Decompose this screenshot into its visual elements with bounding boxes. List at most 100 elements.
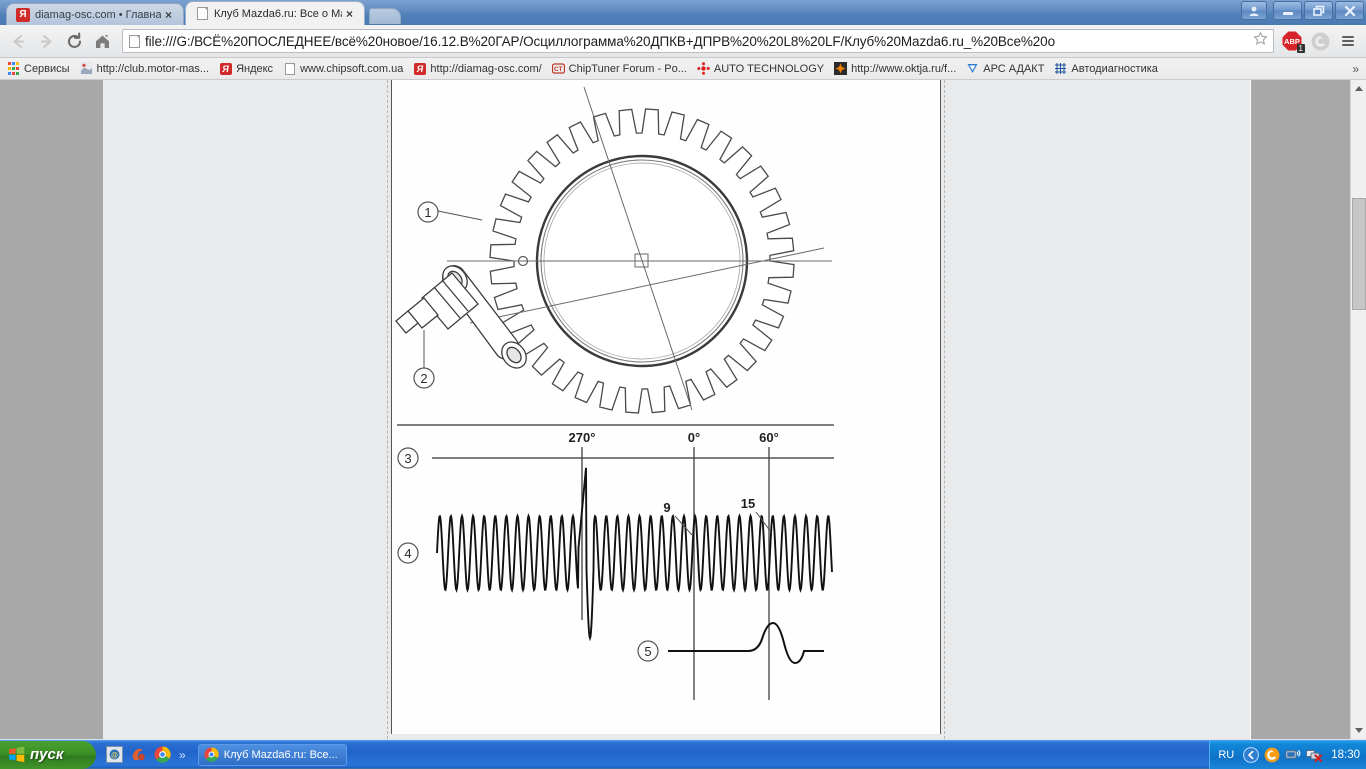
quick-launch-overflow[interactable]: » [179, 748, 186, 762]
close-button[interactable] [1335, 1, 1364, 20]
page-sheet: 1 2 270° 0° [103, 80, 1250, 739]
network-tray-icon[interactable] [1285, 747, 1301, 763]
callout-1: 1 [418, 202, 482, 222]
article-content-frame: 1 2 270° 0° [391, 80, 941, 734]
yandex-icon: Я [413, 62, 426, 75]
oktja-icon [834, 62, 847, 75]
page-document-icon [129, 35, 140, 48]
tray-expand-icon[interactable] [1243, 747, 1259, 763]
bookmark-item-oktja[interactable]: http://www.oktja.ru/f... [829, 60, 961, 78]
callout-5: 5 [638, 641, 658, 661]
bookmark-label: AUTO TECHNOLOGY [714, 63, 824, 75]
taskbar-tasks: Клуб Mazda6.ru: Все... [190, 741, 347, 769]
svg-text:CT: CT [554, 66, 563, 73]
vertical-scrollbar[interactable] [1350, 80, 1366, 739]
windows-logo-icon [7, 745, 26, 764]
reload-button[interactable] [60, 27, 88, 55]
bookmark-star-icon[interactable] [1253, 31, 1269, 51]
cmp-waveform [668, 623, 824, 663]
bookmarks-overflow-button[interactable]: » [1347, 62, 1364, 76]
tab-strip: Я diamag-osc.com • Главная с × Клуб Mazd… [0, 0, 1366, 25]
address-bar-url: file:///G:/ВСЁ%20ПОСЛЕДНЕЕ/всё%20новое/1… [145, 34, 1251, 49]
chrome-icon [204, 747, 219, 762]
system-tray: RU 18:30 [1209, 741, 1366, 769]
print-guide-left [387, 80, 388, 739]
callout-1-label: 1 [424, 205, 431, 220]
bookmark-item-chipsoft[interactable]: www.chipsoft.com.ua [278, 60, 408, 78]
bookmark-label: Яндекс [236, 63, 273, 75]
browser-tab-2[interactable]: Клуб Mazda6.ru: Все о Mazd × [185, 1, 365, 25]
bookmark-label: ChipTuner Forum - Po... [569, 63, 687, 75]
apps-grid-icon [7, 62, 20, 75]
tab-title: Клуб Mazda6.ru: Все о Mazd [214, 8, 342, 20]
bookmark-item-services[interactable]: Сервисы [2, 60, 75, 78]
ars-adakt-icon [966, 62, 979, 75]
program-icon-2[interactable] [130, 746, 147, 763]
restore-button[interactable] [1304, 1, 1333, 20]
scroll-up-arrow[interactable] [1351, 80, 1366, 97]
document-icon [195, 7, 209, 21]
home-button[interactable] [88, 27, 116, 55]
bookmark-item-chiptuner-forum[interactable]: CT ChipTuner Forum - Po... [547, 60, 692, 78]
diagram-svg: 1 2 270° 0° [392, 80, 942, 700]
network-disconnected-tray-icon[interactable] [1306, 747, 1322, 763]
bookmark-item-diamag-osc[interactable]: Я http://diamag-osc.com/ [408, 60, 546, 78]
browser-toolbar: file:///G:/ВСЁ%20ПОСЛЕДНЕЕ/всё%20новое/1… [0, 25, 1366, 58]
browser-window: Я diamag-osc.com • Главная с × Клуб Mazd… [0, 0, 1366, 740]
adblock-plus-button[interactable]: ABP 1 [1278, 27, 1306, 55]
callout-5-label: 5 [644, 644, 651, 659]
bookmark-item-avtodiagnostika[interactable]: Автодиагностика [1049, 60, 1162, 78]
windows-taskbar: пуск @ » [0, 740, 1366, 768]
bookmark-item-ars-adakt[interactable]: АРС АДАКТ [961, 60, 1049, 78]
start-button[interactable]: пуск [0, 741, 96, 769]
forward-button[interactable] [32, 27, 60, 55]
start-label: пуск [30, 746, 63, 763]
bookmark-item-yandex[interactable]: Я Яндекс [214, 60, 278, 78]
bookmark-label: АРС АДАКТ [983, 63, 1044, 75]
bookmarks-bar: Сервисы http://club.motor-mas... Я Яндек… [0, 58, 1366, 80]
user-icon[interactable] [1241, 1, 1267, 20]
angle-label-270: 270° [569, 430, 596, 445]
crank-sensor-diagram: 1 2 270° 0° [392, 80, 942, 700]
window-controls [1241, 1, 1364, 20]
new-tab-button[interactable] [369, 8, 401, 24]
back-button[interactable] [4, 27, 32, 55]
antivirus-tray-icon[interactable] [1264, 747, 1280, 763]
chrome-menu-button[interactable] [1334, 27, 1362, 55]
scroll-down-arrow[interactable] [1351, 722, 1366, 739]
taskbar-clock[interactable]: 18:30 [1331, 749, 1360, 761]
close-icon[interactable]: × [346, 9, 358, 19]
language-indicator[interactable]: RU [1218, 749, 1234, 761]
address-bar[interactable]: file:///G:/ВСЁ%20ПОСЛЕДНЕЕ/всё%20новое/1… [122, 29, 1274, 53]
program-icon-1[interactable]: @ [106, 746, 123, 763]
yandex-icon: Я [16, 8, 30, 22]
angle-label-0: 0° [688, 430, 700, 445]
bookmark-label: Сервисы [24, 63, 70, 75]
bookmark-item-auto-technology[interactable]: AUTO TECHNOLOGY [692, 60, 829, 78]
tooth-marker-15: 15 [741, 496, 755, 511]
bookmark-label: www.chipsoft.com.ua [300, 63, 403, 75]
extension-button[interactable] [1306, 27, 1334, 55]
callout-3-label: 3 [404, 451, 411, 466]
tooth-marker-9: 9 [663, 500, 670, 515]
callout-4-label: 4 [404, 546, 411, 561]
auto-technology-icon [697, 62, 710, 75]
minimize-button[interactable] [1273, 1, 1302, 20]
bookmark-item-club-motor-master[interactable]: http://club.motor-mas... [75, 60, 214, 78]
taskbar-item-chrome[interactable]: Клуб Mazda6.ru: Все... [198, 744, 347, 766]
callout-3: 3 [398, 448, 418, 468]
tab-title: diamag-osc.com • Главная с [35, 9, 161, 21]
angle-label-60: 60° [759, 430, 779, 445]
callout-4: 4 [398, 543, 418, 563]
browser-tab-1[interactable]: Я diamag-osc.com • Главная с × [6, 3, 184, 25]
chiptuner-icon: CT [552, 62, 565, 75]
close-icon[interactable]: × [165, 10, 177, 20]
scroll-thumb[interactable] [1352, 198, 1366, 310]
yandex-icon: Я [219, 62, 232, 75]
ckp-waveform [437, 468, 832, 638]
adblock-badge: 1 [1297, 44, 1305, 53]
page-margin-right [1251, 80, 1350, 739]
bookmark-label: Автодиагностика [1071, 63, 1157, 75]
chrome-icon[interactable] [154, 746, 171, 763]
callout-2-label: 2 [420, 371, 427, 386]
